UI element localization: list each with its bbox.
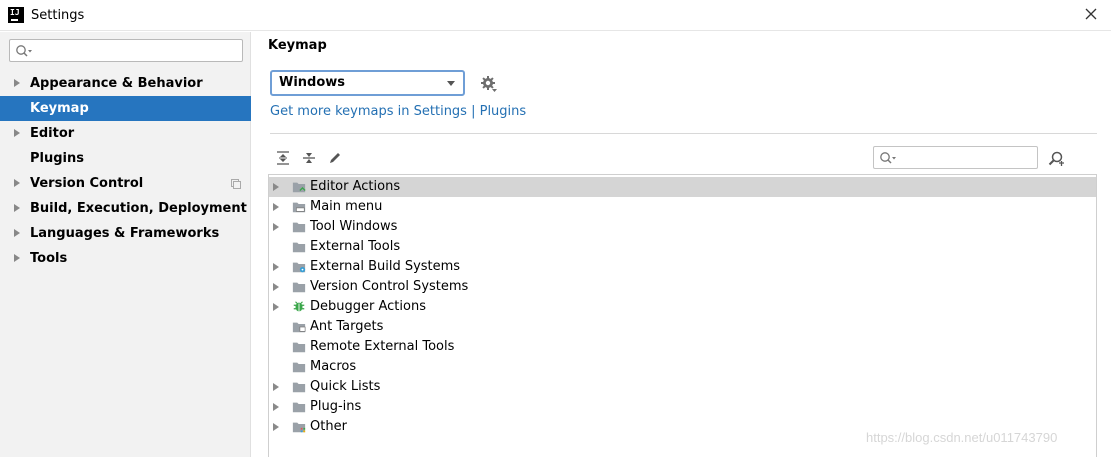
tree-row[interactable]: Editor Actions	[269, 177, 1096, 197]
tree-row-label: Tool Windows	[310, 219, 398, 234]
page-title: Keymap	[268, 38, 327, 53]
chevron-right-icon[interactable]	[273, 203, 279, 211]
chevron-right-icon[interactable]	[14, 129, 20, 137]
search-icon	[880, 152, 896, 164]
app-logo-icon: IJ	[8, 7, 24, 23]
tree-row-label: Editor Actions	[310, 179, 401, 194]
chevron-right-icon[interactable]	[273, 383, 279, 391]
tree-row[interactable]: External Tools	[269, 237, 1096, 257]
keymap-dropdown-value: Windows	[279, 75, 346, 90]
tree-row[interactable]: Remote External Tools	[269, 337, 1096, 357]
tree-row-label: Plug-ins	[310, 399, 362, 414]
sidebar-item-label: Editor	[30, 126, 75, 141]
expand-all-icon[interactable]	[275, 150, 291, 166]
folder-icon	[292, 282, 306, 293]
folder-icon	[292, 362, 306, 373]
sidebar-item-label: Tools	[30, 251, 68, 266]
chevron-right-icon[interactable]	[273, 183, 279, 191]
chevron-right-icon[interactable]	[273, 423, 279, 431]
main-menu-folder-icon	[292, 202, 306, 213]
tree-row-label: Other	[310, 419, 347, 434]
gear-icon[interactable]	[480, 75, 498, 93]
sidebar-item-label: Plugins	[30, 151, 84, 166]
tree-row[interactable]: Macros	[269, 357, 1096, 377]
sidebar-item-label: Appearance & Behavior	[30, 76, 203, 91]
keymap-filter-input[interactable]	[873, 146, 1038, 169]
find-by-shortcut-icon[interactable]	[1047, 150, 1065, 168]
folder-icon	[292, 402, 306, 413]
tree-row-label: Remote External Tools	[310, 339, 455, 354]
editor-actions-folder-icon	[292, 182, 306, 193]
tree-row[interactable]: External Build Systems	[269, 257, 1096, 277]
build-systems-folder-icon	[292, 262, 306, 273]
sidebar-search-input[interactable]	[9, 39, 243, 62]
sidebar-item-tools[interactable]: Tools	[0, 246, 251, 271]
keymap-panel: Keymap Windows Get more keymaps in Setti…	[252, 32, 1111, 457]
close-icon[interactable]	[1083, 6, 1099, 22]
divider	[270, 133, 1097, 134]
tree-row-label: Version Control Systems	[310, 279, 469, 294]
tree-row-label: External Tools	[310, 239, 401, 254]
tree-row[interactable]: Tool Windows	[269, 217, 1096, 237]
tree-row-label: Debugger Actions	[310, 299, 426, 314]
tree-row[interactable]: Ant Targets	[269, 317, 1096, 337]
chevron-right-icon[interactable]	[273, 403, 279, 411]
sidebar-item-label: Build, Execution, Deployment	[30, 201, 247, 216]
bug-icon	[293, 301, 305, 312]
keymap-action-tree: Editor Actions Main menu Tool Windows Exter…	[268, 174, 1097, 457]
tree-row-label: Ant Targets	[310, 319, 384, 334]
ant-folder-icon	[292, 322, 306, 333]
folder-icon	[292, 342, 306, 353]
tree-row-label: Quick Lists	[310, 379, 381, 394]
chevron-right-icon[interactable]	[14, 254, 20, 262]
get-more-keymaps-link[interactable]: Get more keymaps in Settings | Plugins	[270, 104, 526, 119]
chevron-right-icon[interactable]	[273, 223, 279, 231]
sidebar-item-editor[interactable]: Editor	[0, 121, 251, 146]
chevron-right-icon[interactable]	[14, 229, 20, 237]
tree-row[interactable]: Version Control Systems	[269, 277, 1096, 297]
keymap-dropdown[interactable]: Windows	[270, 70, 465, 96]
sidebar-item-appearance-behavior[interactable]: Appearance & Behavior	[0, 71, 251, 96]
sidebar-item-label: Version Control	[30, 176, 144, 191]
sidebar-item-build-execution-deployment[interactable]: Build, Execution, Deployment	[0, 196, 251, 221]
watermark: https://blog.csdn.net/u011743790	[866, 430, 1058, 445]
window-title: Settings	[31, 8, 85, 23]
chevron-right-icon[interactable]	[273, 283, 279, 291]
chevron-right-icon[interactable]	[273, 303, 279, 311]
chevron-right-icon[interactable]	[14, 204, 20, 212]
chevron-right-icon[interactable]	[273, 263, 279, 271]
tree-row[interactable]: Debugger Actions	[269, 297, 1096, 317]
sidebar-item-version-control[interactable]: Version Control	[0, 171, 251, 196]
folder-icon	[292, 382, 306, 393]
tree-row-label: Main menu	[310, 199, 383, 214]
tree-row[interactable]: Plug-ins	[269, 397, 1096, 417]
sidebar-item-keymap[interactable]: Keymap	[0, 96, 251, 121]
sidebar-item-label: Languages & Frameworks	[30, 226, 220, 241]
sidebar-item-label: Keymap	[30, 101, 89, 116]
chevron-down-icon	[447, 81, 455, 86]
sidebar-item-plugins[interactable]: Plugins	[0, 146, 251, 171]
folder-icon	[292, 242, 306, 253]
edit-pencil-icon[interactable]	[327, 150, 343, 166]
chevron-right-icon[interactable]	[14, 179, 20, 187]
collapse-all-icon[interactable]	[301, 150, 317, 166]
chevron-right-icon[interactable]	[14, 79, 20, 87]
settings-sidebar: Appearance & Behavior Keymap Editor Plugins…	[0, 32, 251, 457]
sidebar-item-languages-frameworks[interactable]: Languages & Frameworks	[0, 221, 251, 246]
folder-icon	[292, 222, 306, 233]
project-level-icon	[231, 179, 241, 189]
tree-row-label: External Build Systems	[310, 259, 461, 274]
tree-row[interactable]: Quick Lists	[269, 377, 1096, 397]
title-bar: IJ Settings	[0, 0, 1111, 31]
other-folder-icon	[292, 422, 306, 433]
search-icon	[16, 45, 32, 57]
tree-row[interactable]: Main menu	[269, 197, 1096, 217]
tree-row-label: Macros	[310, 359, 357, 374]
